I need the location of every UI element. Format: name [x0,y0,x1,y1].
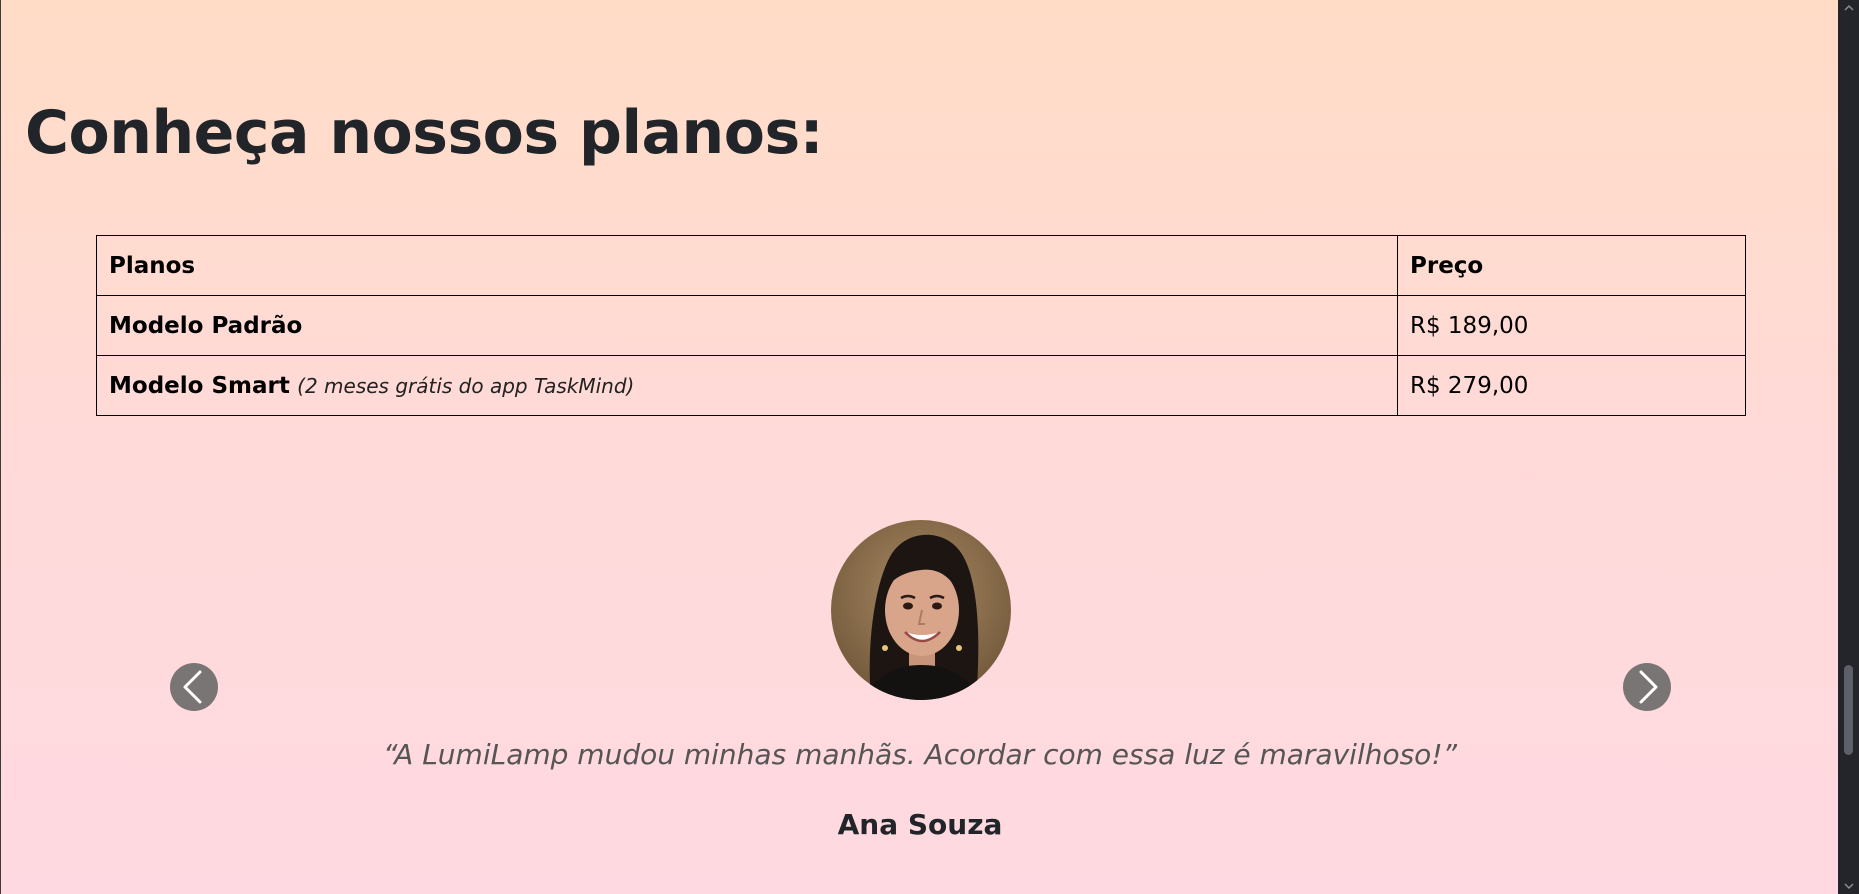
table-row: Modelo Smart (2 meses grátis do app Task… [96,355,1746,416]
price-cell: R$ 279,00 [1397,355,1746,416]
table-row: Modelo Padrão R$ 189,00 [96,295,1746,356]
scroll-down-icon[interactable] [1838,878,1859,894]
testimonial-carousel: “A LumiLamp mudou minhas manhãs. Acordar… [1,520,1838,894]
testimonial-avatar [831,520,1011,700]
plan-note: (2 meses grátis do app TaskMind) [297,373,635,398]
scrollbar-thumb[interactable] [1844,665,1853,755]
price-cell: R$ 189,00 [1397,295,1746,356]
person-photo [831,520,1011,700]
testimonial-author: Ana Souza [837,808,1003,841]
carousel-prev-button[interactable] [170,663,218,711]
carousel-next-button[interactable] [1623,663,1671,711]
page-title: Conheça nossos planos: [25,98,824,168]
testimonial-quote: “A LumiLamp mudou minhas manhãs. Acordar… [382,738,1458,771]
table-header-row: Planos Preço [96,235,1746,296]
plans-table: Planos Preço Modelo Padrão R$ 189,00 Mod… [96,235,1746,416]
column-header-plans: Planos [96,235,1398,296]
page: Conheça nossos planos: Planos Preço Mode… [0,0,1838,894]
scroll-up-icon[interactable] [1838,0,1859,16]
plan-cell: Modelo Smart (2 meses grátis do app Task… [96,355,1398,416]
chevron-left-icon [183,670,202,704]
chevron-right-icon [1639,670,1658,704]
column-header-price: Preço [1397,235,1746,296]
plan-name: Modelo Smart [109,372,290,399]
plan-name: Modelo Padrão [109,312,303,339]
vertical-scrollbar[interactable] [1838,0,1859,894]
plan-cell: Modelo Padrão [96,295,1398,356]
